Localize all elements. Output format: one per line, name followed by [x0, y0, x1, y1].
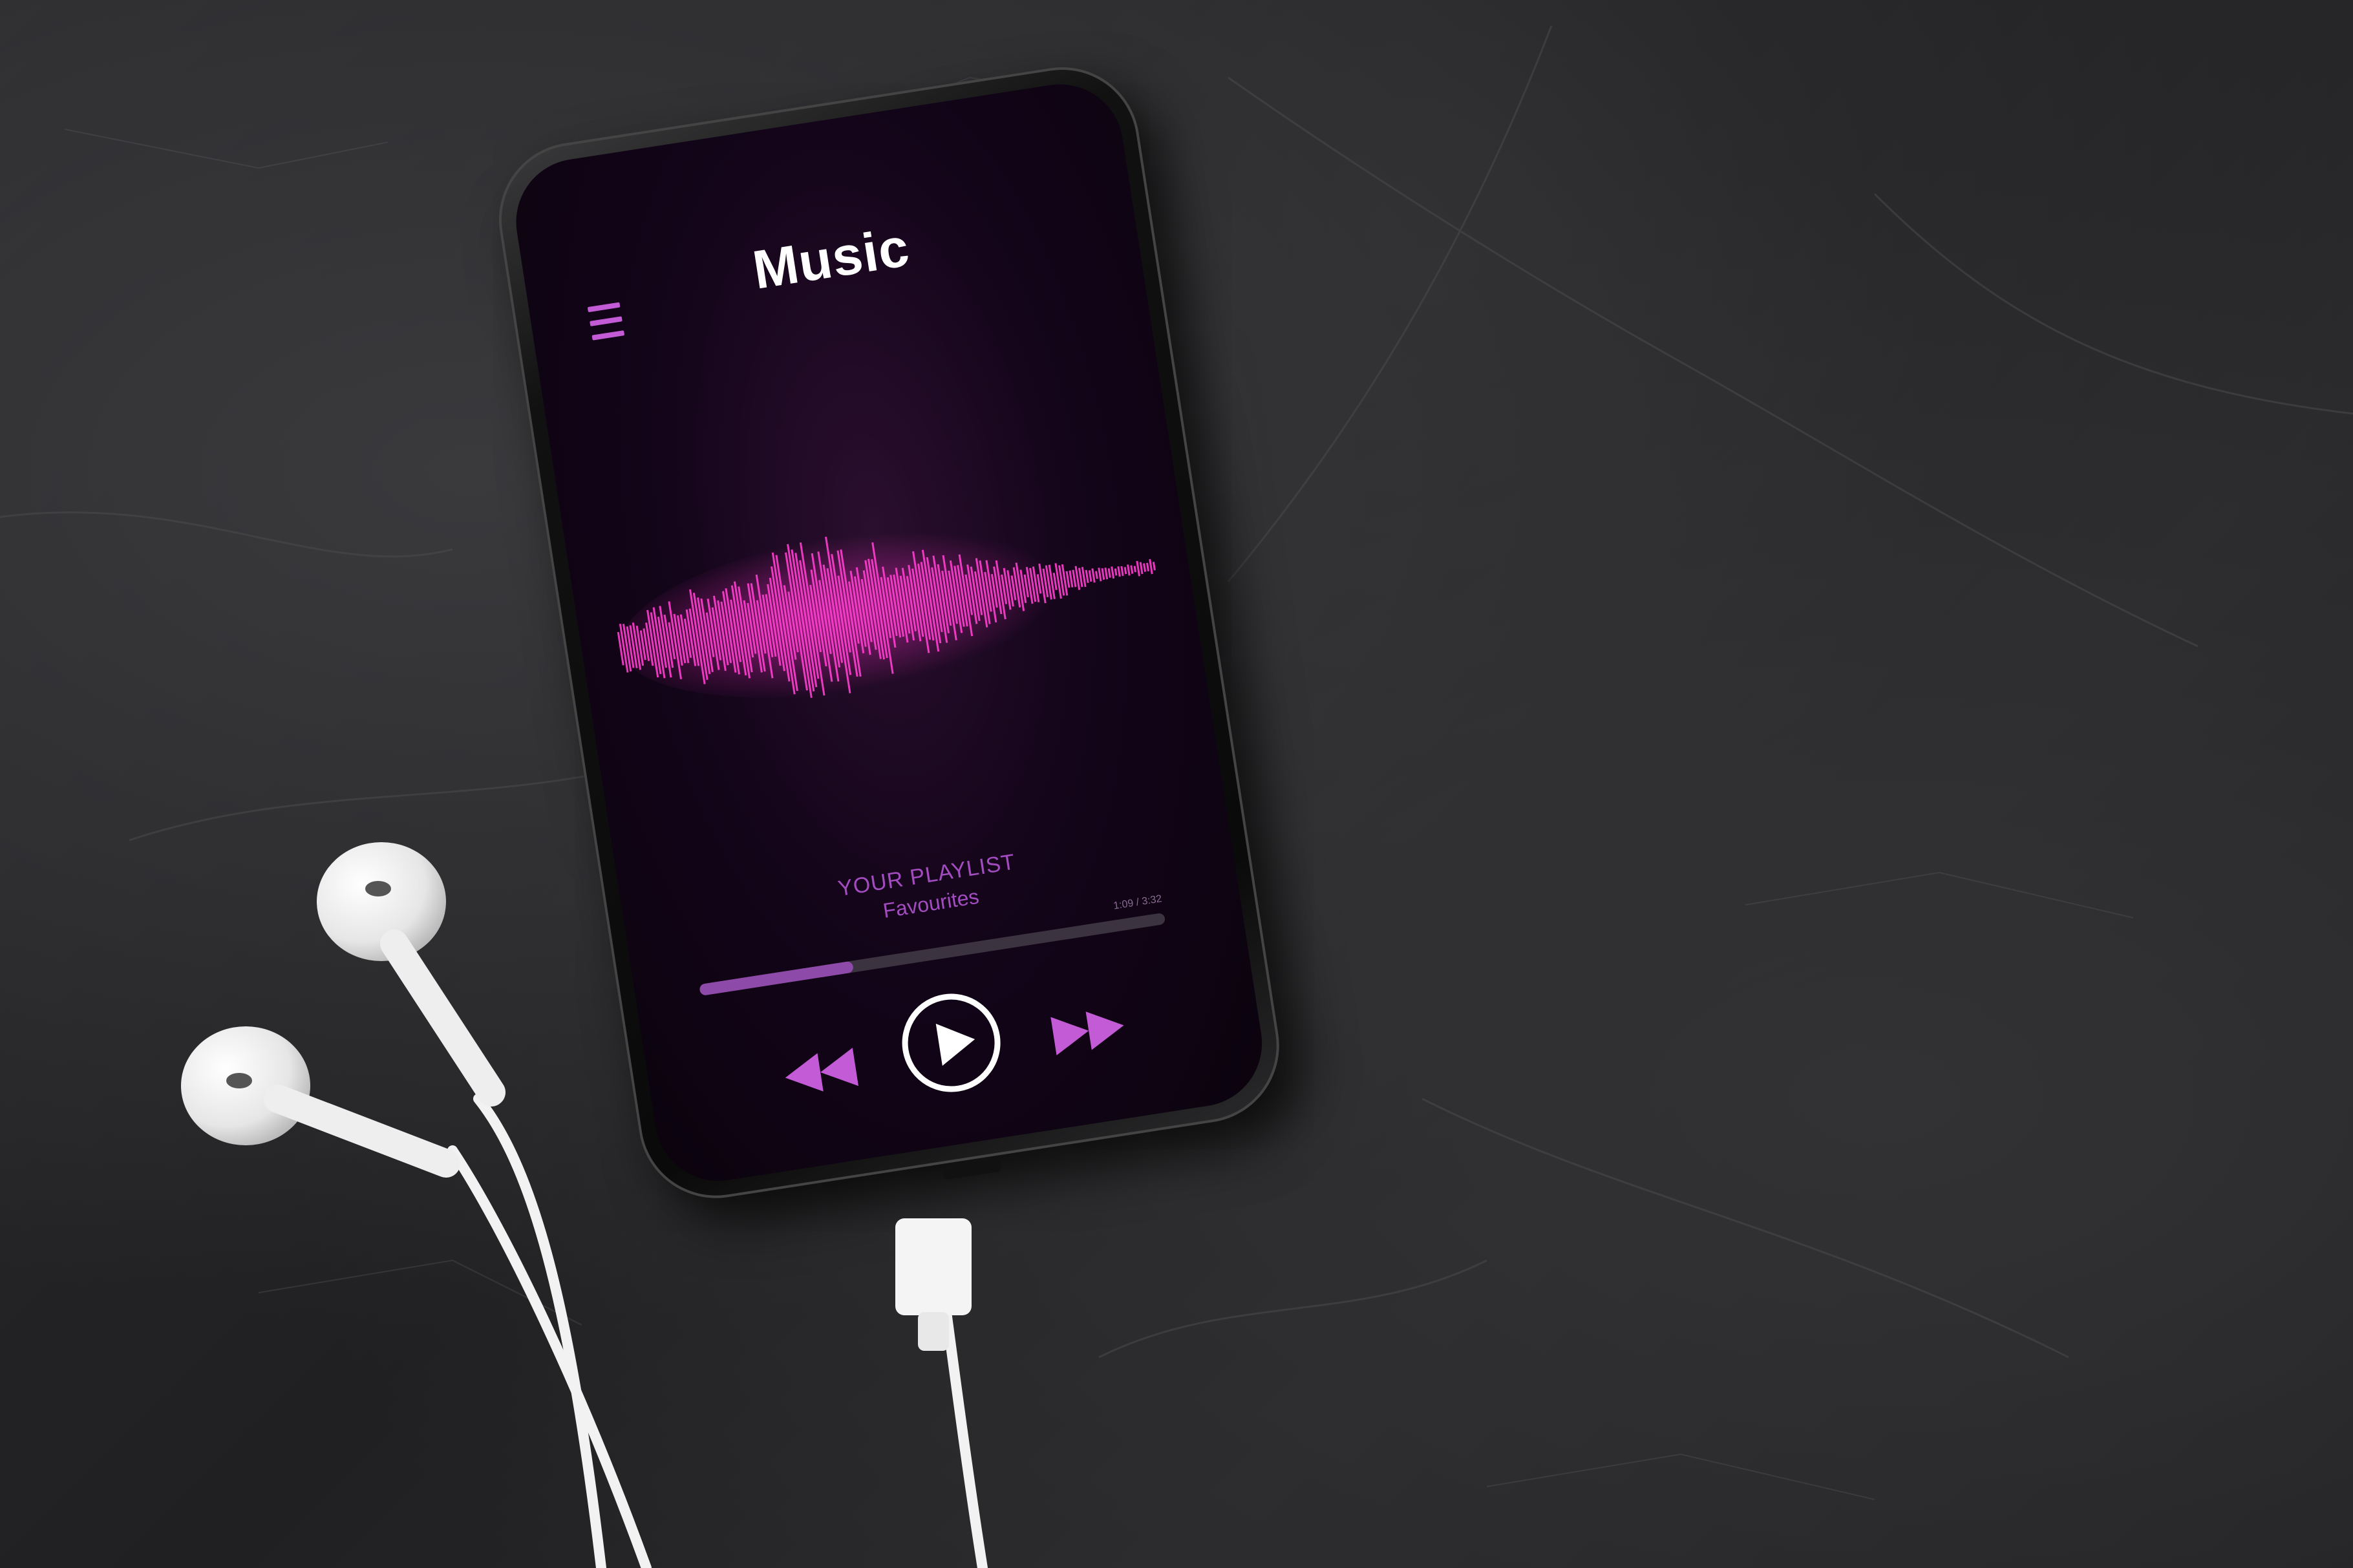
lightning-connector	[895, 1218, 972, 1351]
earbud-right	[181, 1026, 460, 1178]
earbud-left	[317, 842, 506, 1107]
earphones	[181, 842, 988, 1568]
